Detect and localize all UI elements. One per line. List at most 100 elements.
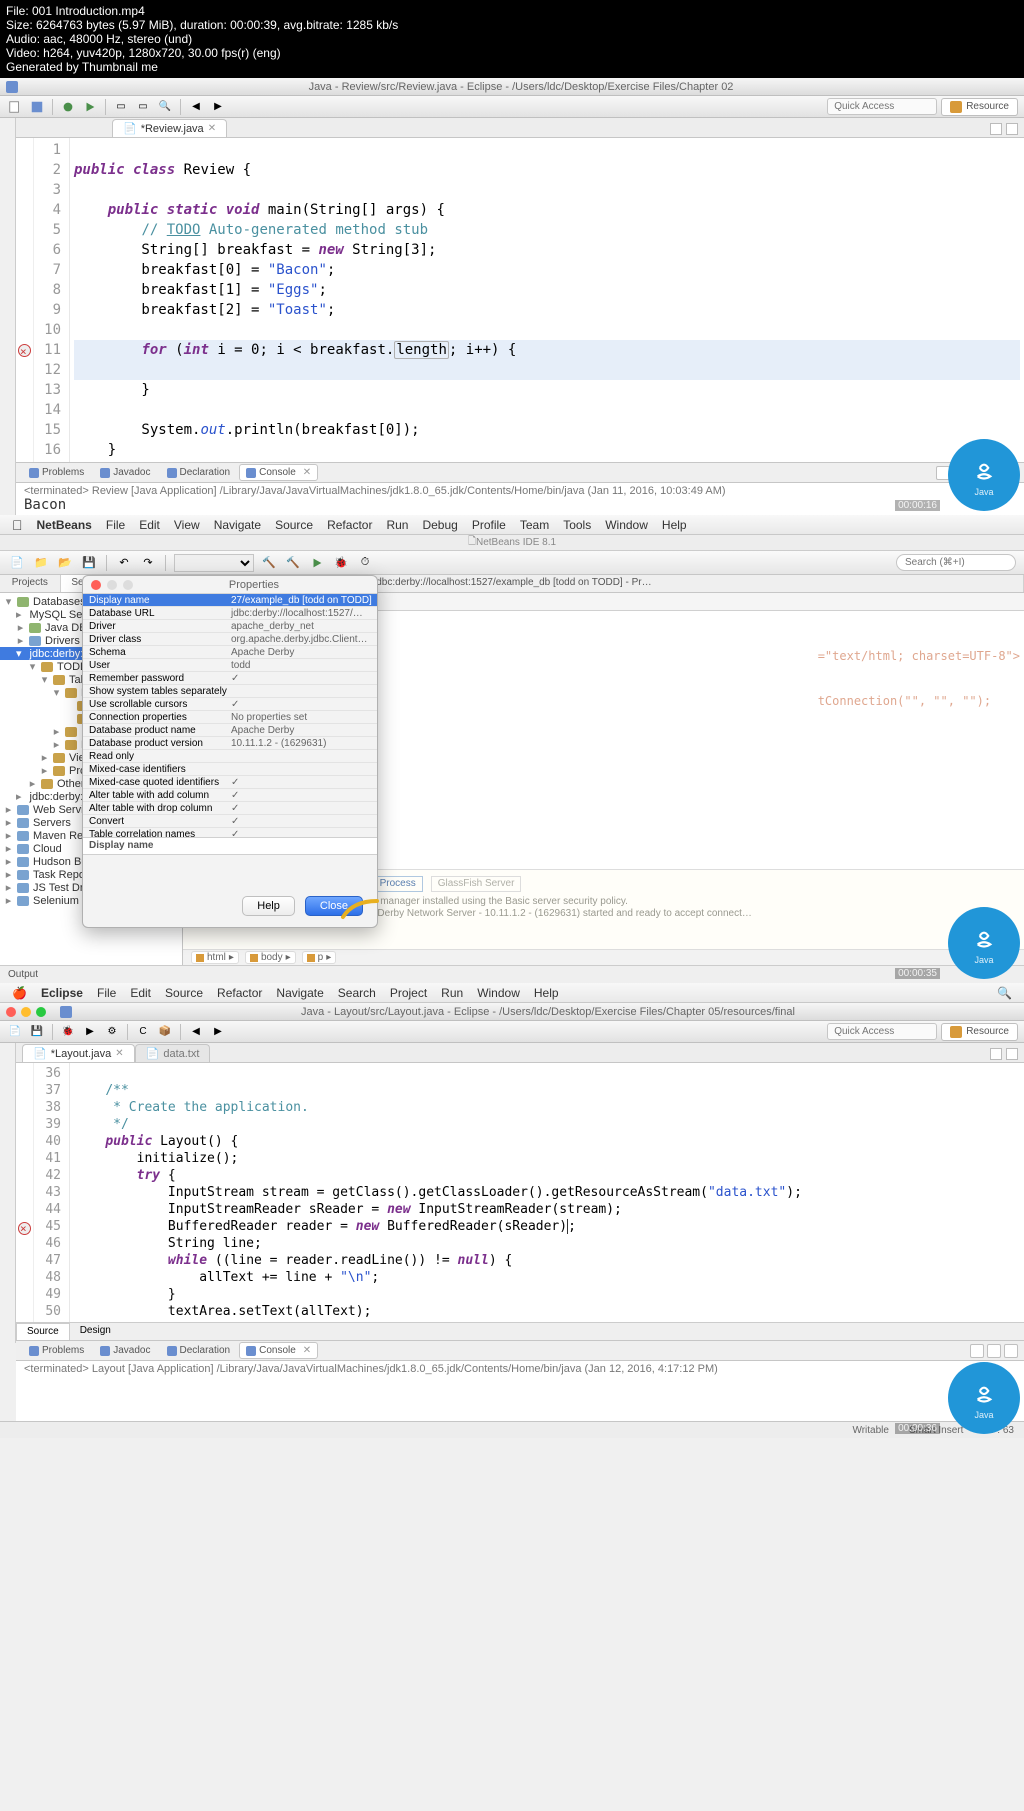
menu-edit[interactable]: Edit xyxy=(139,518,160,532)
maximize-icon[interactable] xyxy=(1006,123,1018,135)
window-close-dot[interactable] xyxy=(6,1007,16,1017)
code-editor[interactable]: 12345678910111213141516public class Revi… xyxy=(16,138,1024,462)
window-max-dot[interactable] xyxy=(36,1007,46,1017)
property-row[interactable]: Database URLjdbc:derby://localhost:1527/… xyxy=(83,607,377,620)
apple-menu-icon[interactable]: 🍎 xyxy=(12,986,27,1000)
property-row[interactable]: Connection propertiesNo properties set xyxy=(83,711,377,724)
save-icon[interactable]: 💾 xyxy=(28,1023,46,1041)
apple-menu-icon[interactable]:  xyxy=(12,517,23,533)
new-icon[interactable] xyxy=(6,98,24,116)
maximize-icon[interactable] xyxy=(1006,1048,1018,1060)
tab-problems[interactable]: Problems xyxy=(22,1342,91,1359)
menu-file[interactable]: File xyxy=(97,986,116,1000)
netbeans-search-input[interactable] xyxy=(896,554,1016,571)
console-display-icon[interactable] xyxy=(1004,1344,1018,1358)
tab-javadoc[interactable]: Javadoc xyxy=(93,1342,157,1359)
property-row[interactable]: Usertodd xyxy=(83,659,377,672)
tab-declaration[interactable]: Declaration xyxy=(160,1342,238,1359)
property-row[interactable]: Convert✓ xyxy=(83,815,377,828)
new-package-icon[interactable]: 📦 xyxy=(156,1023,174,1041)
open-type-icon[interactable]: ▭ xyxy=(134,98,152,116)
tab-design[interactable]: Design xyxy=(70,1323,121,1340)
property-row[interactable]: Alter table with add column✓ xyxy=(83,789,377,802)
tab-javadoc[interactable]: Javadoc xyxy=(93,464,157,481)
menu-netbeans[interactable]: NetBeans xyxy=(37,518,92,532)
menu-profile[interactable]: Profile xyxy=(472,518,506,532)
quick-access-input[interactable] xyxy=(827,98,937,115)
help-button[interactable]: Help xyxy=(242,896,295,916)
open-icon[interactable]: 📂 xyxy=(56,554,74,572)
property-row[interactable]: Driverapache_derby_net xyxy=(83,620,377,633)
dlg-close-dot[interactable] xyxy=(91,580,101,590)
menu-eclipse[interactable]: Eclipse xyxy=(41,986,83,1000)
console-clear-icon[interactable] xyxy=(970,1344,984,1358)
save-icon[interactable] xyxy=(28,98,46,116)
debug-icon[interactable] xyxy=(59,98,77,116)
menu-team[interactable]: Team xyxy=(520,518,549,532)
collapsed-view-left[interactable] xyxy=(0,118,16,515)
menu-refactor[interactable]: Refactor xyxy=(217,986,262,1000)
menu-debug[interactable]: Debug xyxy=(422,518,457,532)
new-class-icon[interactable]: C xyxy=(134,1023,152,1041)
window-min-dot[interactable] xyxy=(21,1007,31,1017)
menu-run[interactable]: Run xyxy=(386,518,408,532)
run-icon[interactable] xyxy=(81,98,99,116)
menu-tools[interactable]: Tools xyxy=(563,518,591,532)
property-row[interactable]: Use scrollable cursors✓ xyxy=(83,698,377,711)
close-tab-icon[interactable]: ✕ xyxy=(115,1048,123,1059)
run-project-icon[interactable] xyxy=(308,554,326,572)
menu-edit[interactable]: Edit xyxy=(130,986,151,1000)
minimize-icon[interactable] xyxy=(990,1048,1002,1060)
close-tab-icon[interactable]: ✕ xyxy=(208,123,216,134)
tab-console[interactable]: Console✕ xyxy=(239,464,318,481)
debug-icon[interactable]: 🐞 xyxy=(59,1023,77,1041)
property-row[interactable]: Alter table with drop column✓ xyxy=(83,802,377,815)
nav-fwd-icon[interactable]: ▶ xyxy=(209,98,227,116)
nav-fwd-icon[interactable]: ▶ xyxy=(209,1023,227,1041)
menu-window[interactable]: Window xyxy=(605,518,648,532)
perspective-resource[interactable]: Resource xyxy=(941,1023,1018,1041)
undo-icon[interactable]: ↶ xyxy=(115,554,133,572)
perspective-resource[interactable]: Resource xyxy=(941,98,1018,116)
property-row[interactable]: Remember password✓ xyxy=(83,672,377,685)
tab-console[interactable]: Console✕ xyxy=(239,1342,318,1359)
menu-source[interactable]: Source xyxy=(275,518,313,532)
property-row[interactable]: Mixed-case quoted identifiers✓ xyxy=(83,776,377,789)
profile-icon[interactable]: ⏱ xyxy=(356,554,374,572)
new-file-icon[interactable]: 📄 xyxy=(8,554,26,572)
collapsed-view-left[interactable] xyxy=(0,1043,16,1343)
menu-project[interactable]: Project xyxy=(390,986,427,1000)
output-tab[interactable]: Output xyxy=(8,969,38,980)
redo-icon[interactable]: ↷ xyxy=(139,554,157,572)
out-tab-glassfish[interactable]: GlassFish Server xyxy=(431,876,522,892)
console-pin-icon[interactable] xyxy=(987,1344,1001,1358)
menu-help[interactable]: Help xyxy=(534,986,559,1000)
bc-html[interactable]: html ▸ xyxy=(191,951,239,964)
config-select[interactable] xyxy=(174,554,254,572)
menu-file[interactable]: File xyxy=(106,518,125,532)
menu-search[interactable]: Search xyxy=(338,986,376,1000)
code-editor[interactable]: 363738394041424344454647484950 /** * Cre… xyxy=(16,1063,1024,1322)
property-row[interactable]: Mixed-case identifiers xyxy=(83,763,377,776)
menu-navigate[interactable]: Navigate xyxy=(276,986,323,1000)
properties-list[interactable]: Display name27/example_db [todd on TODD]… xyxy=(83,594,377,837)
property-row[interactable]: Read only xyxy=(83,750,377,763)
minimize-icon[interactable] xyxy=(990,123,1002,135)
tab-problems[interactable]: Problems xyxy=(22,464,91,481)
file-tab-review[interactable]: 📄 *Review.java ✕ xyxy=(112,119,227,137)
nav-back-icon[interactable]: ◀ xyxy=(187,98,205,116)
close-icon[interactable]: ✕ xyxy=(303,1345,311,1356)
new-project-icon[interactable]: 📁 xyxy=(32,554,50,572)
close-icon[interactable]: ✕ xyxy=(303,467,311,478)
property-row[interactable]: Display name27/example_db [todd on TODD] xyxy=(83,594,377,607)
new-package-icon[interactable]: ▭ xyxy=(112,98,130,116)
tab-projects[interactable]: Projects xyxy=(0,575,61,592)
property-row[interactable]: Database product version10.11.1.2 - (162… xyxy=(83,737,377,750)
menu-run[interactable]: Run xyxy=(441,986,463,1000)
tab-declaration[interactable]: Declaration xyxy=(160,464,238,481)
ext-tools-icon[interactable]: ⚙ xyxy=(103,1023,121,1041)
menu-refactor[interactable]: Refactor xyxy=(327,518,372,532)
search-icon[interactable]: 🔍 xyxy=(156,98,174,116)
file-tab-layout[interactable]: 📄 *Layout.java ✕ xyxy=(22,1044,135,1062)
quick-access-input[interactable] xyxy=(827,1023,937,1040)
